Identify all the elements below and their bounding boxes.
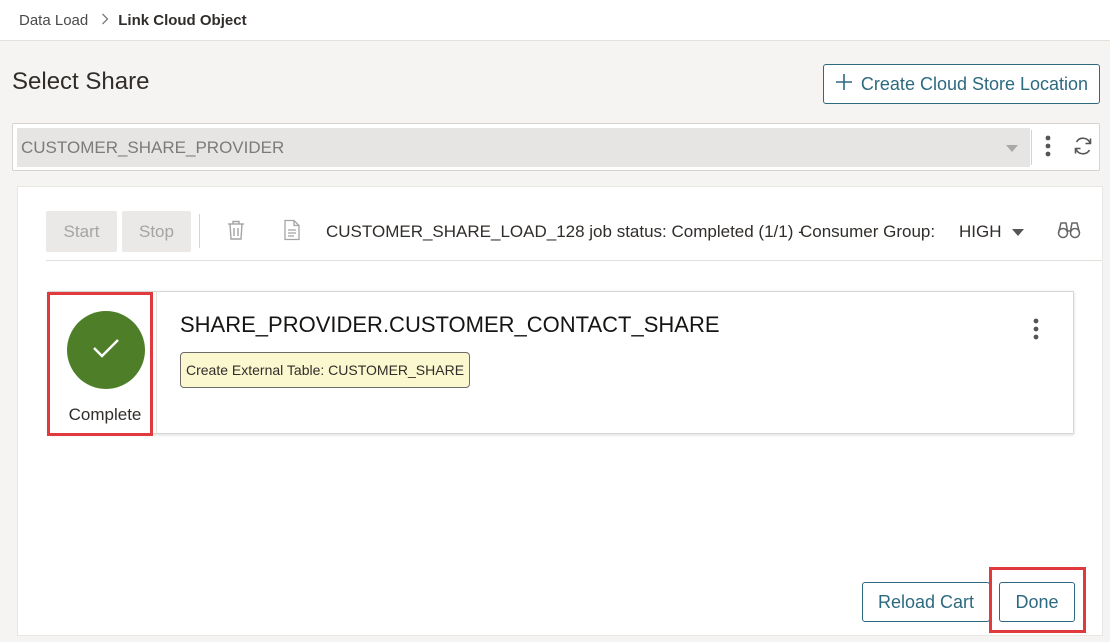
share-select-value: CUSTOMER_SHARE_PROVIDER (21, 137, 285, 157)
job-status-text: CUSTOMER_SHARE_LOAD_128 job status: Comp… (326, 222, 804, 241)
kebab-icon (1045, 135, 1051, 162)
breadcrumb-current: Link Cloud Object (118, 11, 247, 29)
toolbar-divider (199, 214, 200, 248)
done-highlight-box (989, 567, 1086, 633)
share-menu-button[interactable] (1033, 132, 1063, 164)
share-select-container: CUSTOMER_SHARE_PROVIDER (12, 123, 1100, 171)
chevron-right-icon (101, 13, 109, 28)
log-button[interactable] (279, 219, 305, 245)
search-details-button[interactable] (1055, 218, 1083, 246)
consumer-group-label: Consumer Group: (800, 222, 936, 241)
kebab-icon (1033, 318, 1039, 345)
job-toolbar: Start Stop CUSTOMER_SHARE_LOAD_128 job s… (46, 211, 1102, 261)
breadcrumb-data-load[interactable]: Data Load (19, 12, 88, 29)
job-card-title: SHARE_PROVIDER.CUSTOMER_CONTACT_SHARE (180, 312, 720, 337)
page-title: Select Share (12, 68, 150, 95)
caret-down-icon (1006, 145, 1018, 152)
caret-down-icon[interactable] (1012, 229, 1024, 236)
job-card: Complete SHARE_PROVIDER.CUSTOMER_CONTACT… (48, 291, 1074, 434)
divider (1031, 130, 1032, 165)
delete-button[interactable] (223, 219, 249, 245)
job-card-menu-button[interactable] (1021, 316, 1051, 346)
reload-cart-button[interactable]: Reload Cart (862, 582, 990, 622)
share-select[interactable]: CUSTOMER_SHARE_PROVIDER (17, 128, 1030, 167)
refresh-icon (1072, 135, 1094, 162)
stop-button[interactable]: Stop (122, 211, 191, 252)
refresh-button[interactable] (1067, 132, 1099, 164)
status-highlight-box (47, 292, 153, 436)
consumer-group-select[interactable]: HIGH (959, 222, 1002, 242)
breadcrumb: Data Load Link Cloud Object (0, 0, 1110, 41)
document-icon (283, 219, 301, 246)
create-cloud-store-location-button[interactable]: Create Cloud Store Location (823, 64, 1100, 104)
binoculars-icon (1057, 220, 1081, 245)
plus-icon (835, 73, 853, 96)
job-panel: Start Stop CUSTOMER_SHARE_LOAD_128 job s… (17, 186, 1103, 636)
start-button[interactable]: Start (46, 211, 117, 252)
trash-icon (226, 219, 246, 246)
job-task-tag: Create External Table: CUSTOMER_SHARE (180, 352, 471, 388)
create-button-label: Create Cloud Store Location (860, 73, 1089, 94)
